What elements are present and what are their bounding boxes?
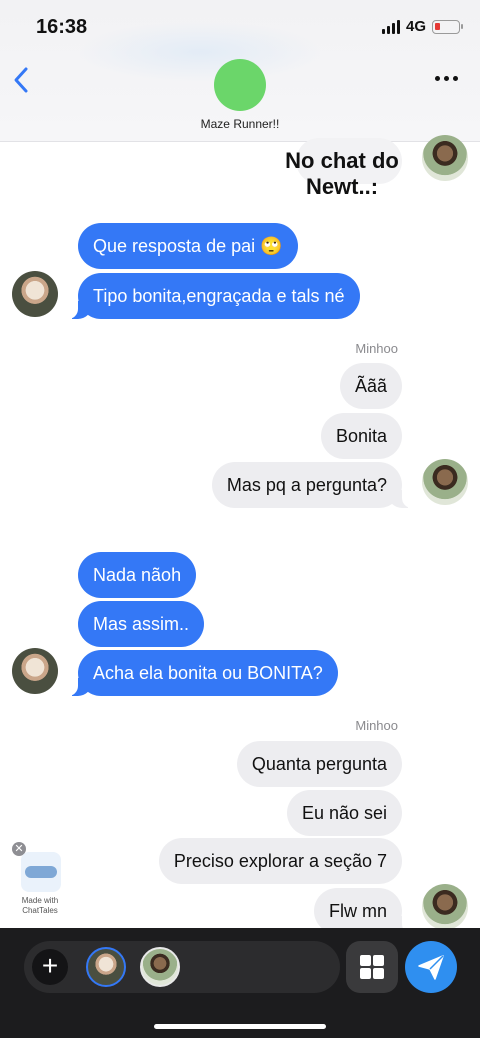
- overlay-caption: No chat do Newt..:: [285, 148, 399, 199]
- avatar-newt: [12, 271, 58, 317]
- group-avatar[interactable]: [214, 59, 266, 111]
- message-bubble[interactable]: Bonita: [320, 413, 402, 459]
- sender-label: Minhoo: [355, 341, 398, 356]
- signal-icon: [381, 19, 400, 34]
- message-bubble[interactable]: Quanta pergunta: [236, 741, 402, 787]
- avatar-minho: [422, 459, 468, 505]
- composer[interactable]: +: [24, 941, 340, 993]
- chat-screen: 16:38 4G Maze Runner!! No chat do Newt..…: [0, 0, 480, 1038]
- blurred-area: [80, 22, 320, 82]
- message-bubble[interactable]: Eu não sei: [286, 790, 402, 836]
- sender-label: Minhoo: [355, 718, 398, 733]
- bottom-bar: +: [0, 928, 480, 1038]
- character-selector-newt[interactable]: [86, 947, 126, 987]
- message-bubble[interactable]: Preciso explorar a seção 7: [158, 838, 402, 884]
- network-label: 4G: [405, 18, 426, 35]
- character-selector-minho[interactable]: [140, 947, 180, 987]
- status-indicators: 4G: [381, 18, 463, 35]
- back-chevron-icon[interactable]: [10, 64, 34, 96]
- message-bubble[interactable]: Mas assim..: [78, 601, 205, 647]
- chattales-logo: [21, 852, 61, 892]
- home-indicator: [154, 1024, 326, 1029]
- chat-header: 16:38 4G Maze Runner!!: [0, 0, 480, 142]
- chat-title[interactable]: Maze Runner!!: [0, 117, 480, 131]
- plus-icon[interactable]: +: [32, 949, 68, 985]
- battery-icon: [432, 19, 463, 34]
- message-bubble[interactable]: Que resposta de pai 🙄: [78, 223, 298, 269]
- message-bubble[interactable]: Mas pq a pergunta?: [211, 462, 415, 508]
- message-bubble[interactable]: Ããã: [339, 363, 402, 409]
- avatar-minho: [422, 884, 468, 930]
- message-bubble[interactable]: Acha ela bonita ou BONITA?: [66, 650, 338, 696]
- grid-icon[interactable]: [346, 941, 398, 993]
- message-bubble[interactable]: Tipo bonita,engraçada e tals né: [66, 273, 360, 319]
- avatar-newt: [12, 648, 58, 694]
- send-icon[interactable]: [405, 941, 457, 993]
- status-time: 16:38: [36, 16, 88, 38]
- more-dots-icon[interactable]: [435, 76, 458, 81]
- avatar-minho: [422, 135, 468, 181]
- message-bubble[interactable]: Nada nãoh: [78, 552, 197, 598]
- watermark-text: Made with ChatTales: [21, 896, 59, 915]
